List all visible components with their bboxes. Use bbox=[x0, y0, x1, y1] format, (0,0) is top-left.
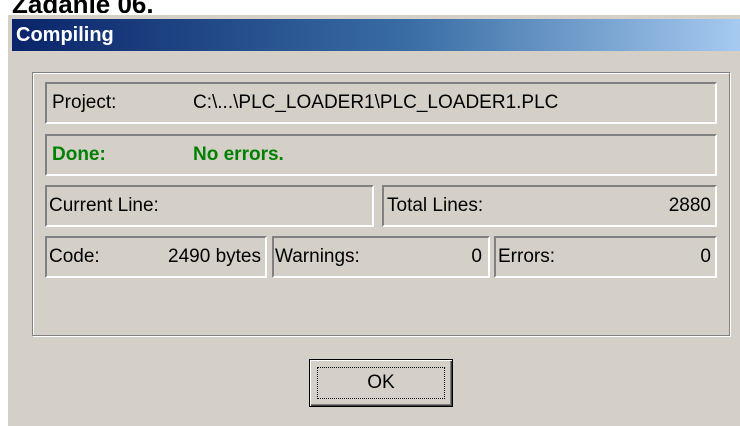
project-path: C:\...\PLC_LOADER1\PLC_LOADER1.PLC bbox=[193, 92, 559, 113]
status-field: Done: No errors. bbox=[45, 134, 717, 176]
project-field: Project: C:\...\PLC_LOADER1\PLC_LOADER1.… bbox=[45, 82, 717, 124]
compiling-dialog: Compiling Project: C:\...\PLC_LOADER1\PL… bbox=[6, 13, 740, 426]
warnings-value: 0 bbox=[471, 246, 482, 267]
errors-field: Errors: 0 bbox=[494, 236, 717, 278]
total-lines-field: Total Lines: 2880 bbox=[382, 185, 717, 227]
code-label: Code: bbox=[49, 246, 100, 267]
warnings-label: Warnings: bbox=[275, 246, 360, 267]
code-value: 2490 bytes bbox=[168, 246, 261, 267]
project-label: Project: bbox=[52, 92, 117, 113]
warnings-field: Warnings: 0 bbox=[272, 236, 490, 278]
current-line-label: Current Line: bbox=[49, 195, 159, 216]
errors-label: Errors: bbox=[498, 246, 555, 267]
errors-value: 0 bbox=[700, 246, 711, 267]
ok-button-label: OK bbox=[367, 372, 395, 393]
code-field: Code: 2490 bytes bbox=[45, 236, 267, 278]
ok-button[interactable]: OK bbox=[309, 359, 453, 407]
total-lines-label: Total Lines: bbox=[387, 195, 484, 216]
dialog-title: Compiling bbox=[16, 24, 114, 46]
total-lines-value: 2880 bbox=[668, 195, 711, 216]
current-line-field: Current Line: bbox=[45, 185, 374, 227]
status-label: Done: bbox=[52, 144, 106, 165]
status-value: No errors. bbox=[193, 144, 284, 165]
title-bar[interactable]: Compiling bbox=[12, 19, 740, 51]
